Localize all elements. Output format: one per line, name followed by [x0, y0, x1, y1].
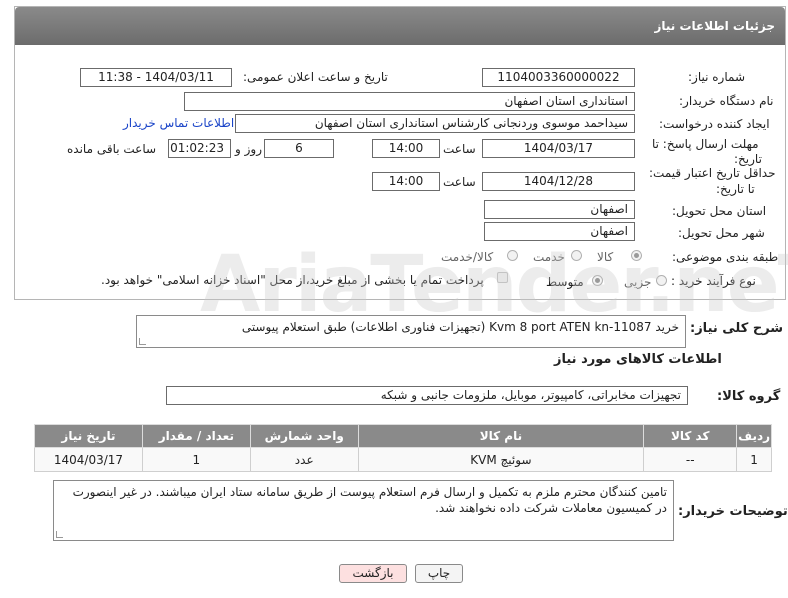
- deadline-time-field: 14:00: [372, 139, 440, 158]
- cell-qty: 1: [141, 447, 251, 472]
- deadline-time-label: ساعت: [443, 142, 476, 156]
- category-goods-service-label: کالا/خدمت: [441, 250, 494, 264]
- treasury-payment-note: پرداخت تمام یا بخشی از مبلغ خرید،از محل …: [101, 273, 484, 287]
- days-label: روز و: [235, 142, 262, 156]
- col-qty: تعداد / مقدار: [141, 424, 251, 448]
- requester-field: سیداحمد موسوی وردنجانی کارشناس استانداری…: [235, 114, 635, 133]
- col-name: نام کالا: [357, 424, 645, 448]
- col-unit: واحد شمارش: [249, 424, 359, 448]
- col-code: کد کالا: [643, 424, 738, 448]
- category-goods-label: کالا: [597, 250, 614, 264]
- category-goods-service-radio[interactable]: [507, 250, 518, 261]
- process-minor-radio[interactable]: [656, 275, 667, 286]
- goods-table: ردیف کد کالا نام کالا واحد شمارش تعداد /…: [34, 424, 772, 472]
- buyer-notes-textarea[interactable]: تامین کنندگان محترم ملزم به تکمیل و ارسا…: [53, 480, 674, 541]
- need-number-field: 1104003360000022: [482, 68, 635, 87]
- announce-field: 1404/03/11 - 11:38: [80, 68, 232, 87]
- category-service-label: خدمت: [533, 250, 565, 264]
- process-minor-label: جزیی: [624, 275, 652, 289]
- treasury-payment-checkbox[interactable]: [497, 272, 508, 283]
- deadline-date-field: 1404/03/17: [482, 139, 635, 158]
- resize-grip-icon[interactable]: [56, 531, 63, 538]
- buyer-notes-label: توضیحات خریدار:: [678, 504, 788, 519]
- city-label: شهر محل تحویل:: [678, 226, 765, 240]
- remaining-time-field: 01:02:23: [168, 139, 231, 158]
- city-field: اصفهان: [484, 222, 635, 241]
- province-field: اصفهان: [484, 200, 635, 219]
- days-field: 6: [264, 139, 334, 158]
- goods-group-label: گروه کالا:: [717, 389, 781, 404]
- category-goods-radio[interactable]: [631, 250, 642, 261]
- goods-group-field: تجهیزات مخابراتی، کامپیوتر، موبایل، ملزو…: [166, 386, 688, 405]
- deadline-label-2: تاریخ:: [734, 152, 762, 166]
- category-service-radio[interactable]: [571, 250, 582, 261]
- cell-row: 1: [736, 447, 772, 472]
- price-validity-label-2: تا تاریخ:: [716, 182, 755, 196]
- col-date: تاریخ نیاز: [34, 424, 143, 448]
- buyer-org-label: نام دستگاه خریدار:: [679, 94, 774, 108]
- price-validity-date-field: 1404/12/28: [482, 172, 635, 191]
- cell-code: --: [643, 447, 738, 472]
- buyer-org-field: استانداری استان اصفهان: [184, 92, 635, 111]
- price-validity-label: حداقل تاریخ اعتبار قیمت:: [649, 166, 776, 180]
- price-validity-time-field: 14:00: [372, 172, 440, 191]
- table-row: 1 -- سوئیچ KVM عدد 1 1404/03/17: [34, 447, 772, 472]
- process-label: نوع فرآیند خرید :: [671, 274, 756, 288]
- cell-unit: عدد: [249, 447, 359, 472]
- process-medium-label: متوسط: [546, 275, 584, 289]
- summary-text: خرید Kvm 8 port ATEN kn-11087 (تجهیزات ف…: [241, 320, 679, 334]
- summary-label: شرح کلی نیاز:: [690, 321, 784, 336]
- remaining-label: ساعت باقی مانده: [67, 142, 157, 156]
- resize-grip-icon[interactable]: [139, 338, 146, 345]
- cell-date: 1404/03/17: [34, 447, 143, 472]
- category-label: طبقه بندی موضوعی:: [672, 250, 779, 264]
- print-button[interactable]: چاپ: [415, 564, 463, 583]
- back-button[interactable]: بازگشت: [339, 564, 407, 583]
- announce-label: تاریخ و ساعت اعلان عمومی:: [243, 70, 388, 84]
- deadline-label: مهلت ارسال پاسخ: تا: [652, 137, 759, 151]
- buyer-notes-text: تامین کنندگان محترم ملزم به تکمیل و ارسا…: [72, 485, 667, 515]
- goods-table-header: ردیف کد کالا نام کالا واحد شمارش تعداد /…: [34, 424, 772, 448]
- process-medium-radio[interactable]: [592, 275, 603, 286]
- col-row: ردیف: [736, 424, 772, 448]
- goods-section-title: اطلاعات کالاهای مورد نیاز: [554, 352, 722, 367]
- need-number-label: شماره نیاز:: [688, 70, 745, 84]
- cell-name: سوئیچ KVM: [357, 447, 645, 472]
- province-label: استان محل تحویل:: [672, 204, 767, 218]
- price-validity-time-label: ساعت: [443, 175, 476, 189]
- requester-label: ایجاد کننده درخواست:: [659, 117, 770, 131]
- summary-textarea[interactable]: خرید Kvm 8 port ATEN kn-11087 (تجهیزات ف…: [136, 315, 686, 348]
- panel-title: جزئیات اطلاعات نیاز: [15, 7, 785, 45]
- buyer-contact-link[interactable]: اطلاعات تماس خریدار: [123, 116, 234, 130]
